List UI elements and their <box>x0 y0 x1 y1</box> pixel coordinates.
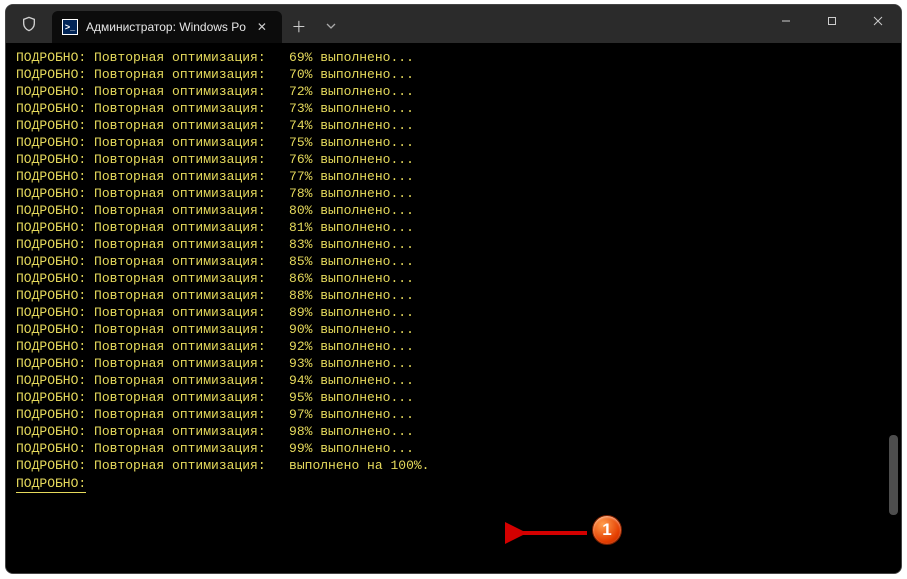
terminal-line: ПОДРОБНО: Повторная оптимизация: 77% вып… <box>16 168 891 185</box>
minimize-button[interactable] <box>763 5 809 37</box>
close-window-button[interactable] <box>855 5 901 37</box>
powershell-icon: >_ <box>62 19 78 35</box>
close-tab-button[interactable]: ✕ <box>254 19 270 35</box>
terminal-line: ПОДРОБНО: Повторная оптимизация: 76% вып… <box>16 151 891 168</box>
maximize-button[interactable] <box>809 5 855 37</box>
terminal-line-final: ПОДРОБНО: Повторная оптимизация: выполне… <box>16 457 891 474</box>
window-controls <box>763 5 901 37</box>
titlebar: >_ Администратор: Windows Po ✕ ＋ <box>6 5 901 43</box>
terminal-output[interactable]: ПОДРОБНО: Повторная оптимизация: 69% вып… <box>6 43 901 573</box>
terminal-line: ПОДРОБНО: Повторная оптимизация: 72% вып… <box>16 83 891 100</box>
terminal-line: ПОДРОБНО: Повторная оптимизация: 88% вып… <box>16 287 891 304</box>
active-tab[interactable]: >_ Администратор: Windows Po ✕ <box>52 11 282 43</box>
scrollbar[interactable] <box>889 51 898 565</box>
terminal-line: ПОДРОБНО: Повторная оптимизация: 80% вып… <box>16 202 891 219</box>
terminal-line: ПОДРОБНО: Повторная оптимизация: 70% вып… <box>16 66 891 83</box>
terminal-line: ПОДРОБНО: Повторная оптимизация: 97% вып… <box>16 406 891 423</box>
terminal-line: ПОДРОБНО: Повторная оптимизация: 99% вып… <box>16 440 891 457</box>
terminal-line-tail: ПОДРОБНО: <box>16 475 86 493</box>
terminal-line: ПОДРОБНО: Повторная оптимизация: 94% вып… <box>16 372 891 389</box>
scroll-thumb[interactable] <box>889 435 898 515</box>
app-window: >_ Администратор: Windows Po ✕ ＋ ПОДРОБН… <box>5 4 902 574</box>
terminal-line: ПОДРОБНО: Повторная оптимизация: 95% вып… <box>16 389 891 406</box>
tab-dropdown-button[interactable] <box>316 9 346 43</box>
terminal-line: ПОДРОБНО: Повторная оптимизация: 93% вып… <box>16 355 891 372</box>
terminal-line: ПОДРОБНО: Повторная оптимизация: 86% вып… <box>16 270 891 287</box>
terminal-line: ПОДРОБНО: Повторная оптимизация: 83% вып… <box>16 236 891 253</box>
terminal-line: ПОДРОБНО: Повторная оптимизация: 78% вып… <box>16 185 891 202</box>
terminal-line: ПОДРОБНО: Повторная оптимизация: 90% вып… <box>16 321 891 338</box>
terminal-line: ПОДРОБНО: Повторная оптимизация: 74% вып… <box>16 117 891 134</box>
terminal-line: ПОДРОБНО: Повторная оптимизация: 75% вып… <box>16 134 891 151</box>
new-tab-button[interactable]: ＋ <box>282 9 316 43</box>
terminal-line: ПОДРОБНО: Повторная оптимизация: 92% вып… <box>16 338 891 355</box>
tab-title: Администратор: Windows Po <box>86 20 246 34</box>
terminal-line: ПОДРОБНО: Повторная оптимизация: 85% вып… <box>16 253 891 270</box>
terminal-line: ПОДРОБНО: Повторная оптимизация: 69% вып… <box>16 49 891 66</box>
terminal-line: ПОДРОБНО: Повторная оптимизация: 89% вып… <box>16 304 891 321</box>
terminal-line: ПОДРОБНО: Повторная оптимизация: 81% вып… <box>16 219 891 236</box>
terminal-line: ПОДРОБНО: Повторная оптимизация: 73% вып… <box>16 100 891 117</box>
shield-icon <box>6 5 52 43</box>
terminal-line: ПОДРОБНО: Повторная оптимизация: 98% вып… <box>16 423 891 440</box>
